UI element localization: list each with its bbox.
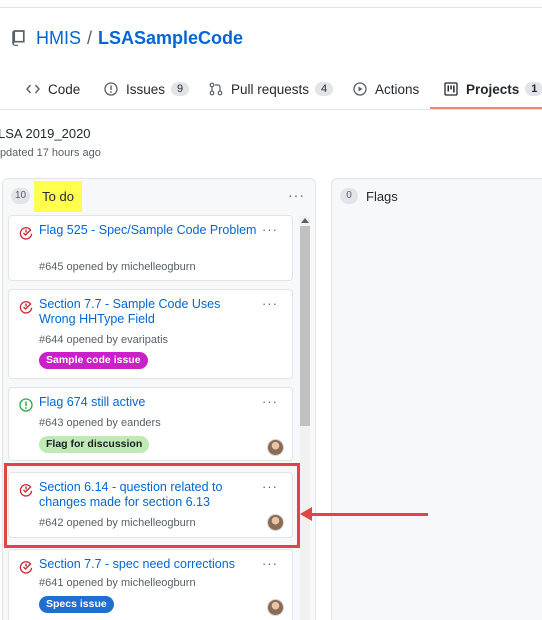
issue-meta: #641 opened by michelleogburn [39, 577, 196, 589]
repo-nav-tabs: Code Issues 9 Pull requests 4 Actions Pr… [0, 68, 542, 110]
issue-closed-icon [19, 227, 33, 240]
card-menu-button[interactable]: ··· [262, 222, 278, 237]
issue-closed-icon [19, 561, 33, 574]
column-scrollbar-thumb[interactable] [300, 226, 310, 426]
tab-projects[interactable]: Projects 1 [444, 68, 542, 110]
play-icon [353, 82, 367, 96]
tab-actions-label: Actions [375, 81, 420, 97]
issue-meta: #644 opened by evaripatis [39, 334, 169, 346]
issue-title-link[interactable]: Flag 525 - Spec/Sample Code Problem [39, 223, 257, 238]
project-column-todo: 10 To do ··· Flag 525 - Spec/Sample Code… [2, 178, 316, 620]
issue-meta: #645 opened by michelleogburn [39, 261, 196, 273]
selected-tab-underline [430, 107, 542, 109]
tab-actions[interactable]: Actions [353, 68, 419, 110]
project-column-flags: 0 Flags [331, 178, 542, 620]
scroll-up-arrow-icon[interactable] [301, 217, 309, 223]
column-name: To do [34, 180, 82, 212]
repo-separator: / [87, 27, 93, 48]
annotation-highlight-box [4, 463, 300, 548]
issue-meta: #643 opened by eanders [39, 417, 161, 429]
issue-card[interactable]: Section 7.7 - Sample Code Uses Wrong HHT… [8, 289, 293, 379]
annotation-arrow-head-icon [300, 507, 312, 521]
tab-issues-label: Issues [126, 81, 166, 97]
annotation-arrow-shaft [310, 513, 428, 516]
assignee-avatar[interactable] [267, 599, 284, 616]
tab-issues[interactable]: Issues 9 [104, 68, 190, 110]
issue-opened-icon [19, 398, 33, 412]
issue-label[interactable]: Specs issue [39, 596, 114, 613]
issue-card[interactable]: Flag 525 - Spec/Sample Code Problem #645… [8, 215, 293, 281]
project-title: LSA 2019_2020 [0, 126, 91, 141]
column-header: 0 Flags [332, 179, 542, 213]
column-card-count: 10 [11, 188, 31, 204]
issue-title-link[interactable]: Section 7.7 - Sample Code Uses Wrong HHT… [39, 297, 257, 327]
projects-counter: 1 [525, 82, 542, 96]
issue-card[interactable]: Flag 674 still active #643 opened by ean… [8, 387, 293, 461]
issue-card[interactable]: Section 7.7 - spec need corrections #641… [8, 549, 293, 620]
tab-pull-requests[interactable]: Pull requests 4 [209, 68, 334, 110]
column-card-count: 0 [340, 188, 358, 204]
issue-label[interactable]: Sample code issue [39, 352, 148, 369]
issues-counter: 9 [171, 82, 190, 96]
column-menu-button[interactable]: ··· [288, 187, 305, 203]
git-pull-request-icon [209, 82, 223, 96]
project-icon [444, 82, 458, 96]
issue-label[interactable]: Flag for discussion [39, 436, 150, 453]
tab-pull-requests-label: Pull requests [231, 81, 310, 97]
card-menu-button[interactable]: ··· [262, 556, 278, 571]
repo-icon [12, 30, 25, 47]
column-header: 10 To do ··· [3, 179, 315, 213]
card-menu-button[interactable]: ··· [262, 296, 278, 311]
tab-projects-label: Projects [466, 81, 520, 97]
top-divider [0, 7, 542, 8]
pull-requests-counter: 4 [315, 82, 334, 96]
assignee-avatar[interactable] [267, 439, 284, 456]
issue-title-link[interactable]: Flag 674 still active [39, 395, 257, 410]
tab-code[interactable]: Code [26, 68, 80, 110]
issue-closed-icon [19, 301, 33, 314]
repo-owner-link[interactable]: HMIS [36, 28, 81, 49]
project-updated-time: Updated 17 hours ago [0, 147, 101, 159]
tab-code-label: Code [48, 81, 81, 97]
issue-opened-icon [104, 82, 118, 96]
code-icon [26, 84, 40, 94]
column-name: Flags [366, 188, 398, 204]
card-menu-button[interactable]: ··· [262, 394, 278, 409]
repo-name-link[interactable]: LSASampleCode [98, 28, 243, 49]
issue-title-link[interactable]: Section 7.7 - spec need corrections [39, 557, 257, 572]
repo-header: HMIS / LSASampleCode [12, 26, 243, 50]
